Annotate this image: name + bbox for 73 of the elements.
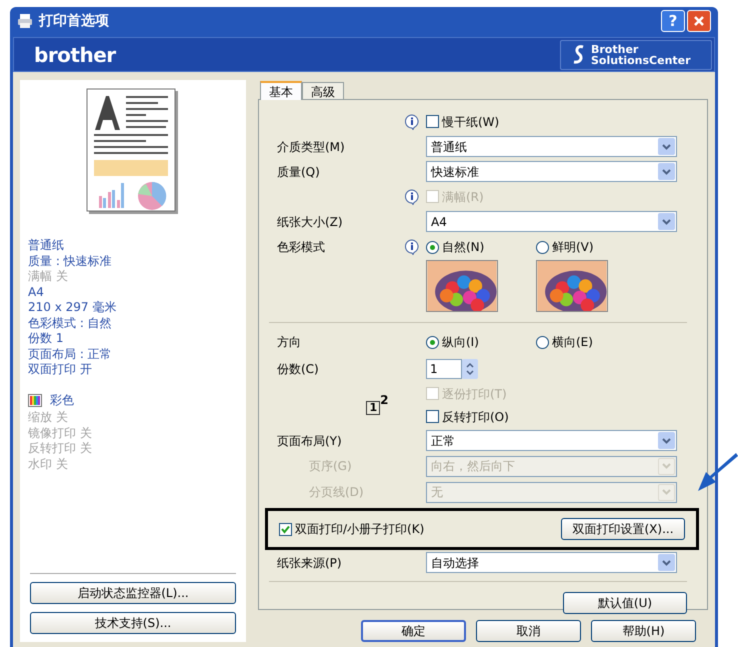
field-label: 方向 [277, 334, 301, 351]
radio-label: 横向(E) [552, 334, 593, 351]
summary-line: 双面打印 开 [28, 362, 92, 378]
duplex-settings-button[interactable]: 双面打印设置(X)... [561, 518, 685, 540]
brand-logo: brother [34, 42, 116, 68]
field-label: 质量(Q) [277, 164, 320, 180]
help-button[interactable]: ? [661, 10, 685, 32]
chevron-down-icon [662, 463, 671, 469]
field-label: 页面布局(Y) [277, 432, 342, 450]
side-button[interactable]: 技术支持(S)... [30, 612, 236, 634]
field-label: 纸张大小(Z) [277, 214, 343, 230]
checkbox[interactable] [426, 115, 439, 128]
field-label: 份数(C) [277, 360, 319, 378]
summary-line: 质量 : 快速标准 [28, 254, 112, 269]
summary-line: 普通纸 [28, 238, 64, 254]
field-label: 页序(G) [309, 458, 352, 475]
summary-line: 满幅 关 [28, 269, 68, 284]
close-button[interactable] [687, 10, 711, 32]
chevron-down-icon [662, 489, 671, 495]
tab[interactable]: 高级 [302, 82, 344, 99]
dropdown[interactable]: A4 [426, 211, 677, 232]
checkbox[interactable] [426, 410, 439, 423]
side-button[interactable]: 启动状态监控器(L)... [30, 582, 236, 604]
summary-line: 水印 关 [28, 456, 68, 472]
color-mode-label: 彩色 [50, 392, 74, 408]
spin-buttons[interactable] [462, 358, 478, 378]
field-label: 介质类型(M) [277, 138, 345, 156]
radio-button[interactable] [426, 336, 439, 348]
number-field[interactable]: 1 [426, 358, 462, 378]
chevron-down-icon [662, 218, 671, 224]
dialog-button[interactable]: 取消 [476, 620, 581, 642]
field-label: 纸张来源(P) [277, 554, 342, 572]
chevron-down-icon [662, 438, 671, 444]
window-title: 打印首选项 [39, 12, 109, 30]
radio-label: 纵向(I) [442, 334, 479, 351]
checkmark-icon [281, 524, 290, 534]
printer-icon [17, 13, 33, 29]
checkbox-label: 逐份打印(T) [442, 386, 507, 402]
checkbox-label: 满幅(R) [442, 188, 484, 206]
defaults-button[interactable]: 默认值(U) [563, 592, 687, 614]
summary-line: 色彩模式 : 自然 [28, 316, 112, 331]
radio-label: 自然(N) [442, 239, 484, 256]
field-label: 分页线(D) [309, 484, 364, 501]
field-label: 色彩模式 [277, 239, 325, 256]
radio-button[interactable] [536, 240, 549, 254]
summary-line: 页面布局 : 正常 [28, 346, 112, 362]
radio-button[interactable] [426, 240, 439, 254]
dialog-button[interactable]: 确定 [361, 620, 466, 642]
dropdown[interactable]: 正常 [426, 430, 677, 451]
checkbox[interactable] [279, 522, 292, 536]
summary-line: 份数 1 [28, 331, 64, 346]
checkbox-label: 慢干纸(W) [442, 114, 500, 130]
checkbox-label: 双面打印/小册子打印(K) [295, 521, 424, 538]
summary-line: 反转打印 关 [28, 441, 92, 456]
radio-label: 鲜明(V) [552, 239, 594, 256]
summary-line: 210 x 297 毫米 [28, 300, 116, 316]
dropdown[interactable]: 普通纸 [426, 136, 677, 157]
summary-line: 镜像打印 关 [28, 426, 92, 441]
checkbox-label: 反转打印(O) [442, 408, 509, 426]
dropdown[interactable]: 自动选择 [426, 552, 677, 573]
summary-line: A4 [28, 284, 44, 300]
chevron-down-icon [662, 144, 671, 150]
dialog-button[interactable]: 帮助(H) [591, 620, 696, 642]
chevron-down-icon [662, 168, 671, 174]
radio-button[interactable] [536, 336, 549, 348]
solutions-center-button[interactable]: Brother SolutionsCenter [560, 40, 712, 70]
summary-line: 缩放 关 [28, 410, 68, 426]
dropdown[interactable]: 快速标准 [426, 161, 677, 182]
tab[interactable]: 基本 [260, 81, 302, 100]
close-icon [693, 15, 705, 27]
color-bars-icon [28, 394, 42, 407]
chevron-down-icon [662, 560, 671, 566]
solutions-center-label: Brother SolutionsCenter [591, 44, 691, 66]
